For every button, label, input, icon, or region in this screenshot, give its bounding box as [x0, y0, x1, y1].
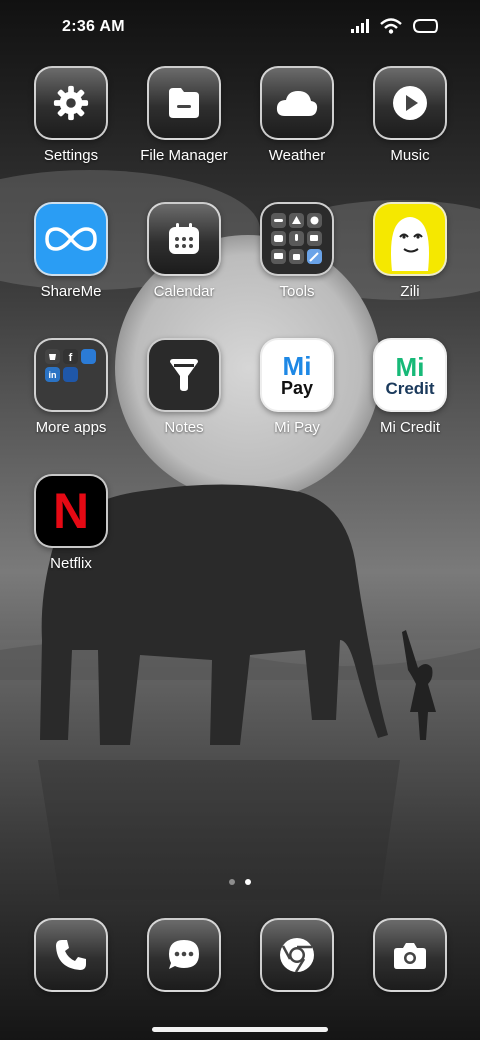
- app-icon-tile[interactable]: [373, 202, 447, 276]
- svg-text:in: in: [49, 370, 57, 380]
- facebook-icon: f: [69, 352, 73, 364]
- app-icon-tile[interactable]: [373, 66, 447, 140]
- mi-pay-icon: Mi: [282, 351, 312, 381]
- app-more-apps-folder[interactable]: f in More apps: [16, 338, 126, 436]
- camera-icon: [394, 943, 426, 969]
- app-shareme[interactable]: ShareMe: [16, 202, 126, 300]
- app-icon-tile[interactable]: [260, 202, 334, 276]
- page-dot-active[interactable]: [245, 879, 251, 885]
- booking-icon: [63, 367, 78, 382]
- app-label: Mi Pay: [274, 419, 320, 436]
- status-bar: 2:36 AM: [0, 0, 480, 56]
- prime-video-icon: [81, 349, 96, 364]
- app-file-manager[interactable]: File Manager: [129, 66, 239, 164]
- app-icon-tile[interactable]: [34, 66, 108, 140]
- battery-icon: [412, 19, 438, 33]
- app-netflix[interactable]: N Netflix: [16, 474, 126, 572]
- mi-credit-wordmark: Credit: [385, 378, 435, 398]
- zili-face-icon: [391, 217, 429, 271]
- app-label: ShareMe: [40, 283, 102, 300]
- app-icon-tile[interactable]: [260, 918, 334, 992]
- app-icon-tile[interactable]: [34, 918, 108, 992]
- dock-messages[interactable]: [129, 918, 239, 992]
- app-icon-tile[interactable]: [260, 66, 334, 140]
- dock-chrome[interactable]: [242, 918, 352, 992]
- notes-icon: [170, 359, 198, 391]
- app-icon-tile[interactable]: [147, 202, 221, 276]
- app-settings[interactable]: Settings: [16, 66, 126, 164]
- netflix-icon: N: [52, 483, 90, 539]
- apps-folder-icon: f in: [45, 349, 96, 382]
- app-icon-tile[interactable]: [373, 918, 447, 992]
- app-music[interactable]: Music: [355, 66, 465, 164]
- app-label: Netflix: [50, 555, 92, 572]
- dock-camera[interactable]: [355, 918, 465, 992]
- app-calendar[interactable]: Calendar: [129, 202, 239, 300]
- tools-folder-icon: [271, 213, 322, 264]
- app-zili[interactable]: Zili: [355, 202, 465, 300]
- app-label: Settings: [43, 147, 99, 164]
- app-label: File Manager: [140, 147, 228, 164]
- folder-icon: [169, 88, 199, 118]
- cloud-icon: [276, 91, 318, 116]
- mi-credit-icon: Mi: [395, 351, 425, 382]
- dock-phone[interactable]: [16, 918, 126, 992]
- gear-icon: [53, 85, 89, 121]
- phone-icon: [56, 940, 86, 970]
- app-label: Tools: [279, 283, 315, 300]
- app-icon-tile[interactable]: N: [34, 474, 108, 548]
- app-weather[interactable]: Weather: [242, 66, 352, 164]
- app-tools-folder[interactable]: Tools: [242, 202, 352, 300]
- app-label: More apps: [35, 419, 107, 436]
- app-icon-tile[interactable]: Mi Pay: [260, 338, 334, 412]
- app-icon-tile[interactable]: [34, 202, 108, 276]
- chrome-icon: [280, 938, 314, 973]
- app-icon-tile[interactable]: Mi Credit: [373, 338, 447, 412]
- app-icon-tile[interactable]: [147, 918, 221, 992]
- app-label: Mi Credit: [379, 419, 440, 436]
- message-icon: [169, 940, 199, 969]
- calendar-icon: [169, 223, 199, 254]
- app-label: Music: [390, 147, 430, 164]
- signal-icon: [351, 19, 369, 33]
- app-mi-pay[interactable]: Mi Pay Mi Pay: [242, 338, 352, 436]
- wifi-icon: [380, 18, 402, 34]
- app-label: Zili: [400, 283, 420, 300]
- app-icon-tile[interactable]: f in: [34, 338, 108, 412]
- shopping-icon: [49, 354, 56, 360]
- app-label: Weather: [268, 147, 326, 164]
- page-dot[interactable]: [229, 879, 235, 885]
- page-indicator: [0, 879, 480, 885]
- mi-pay-wordmark: Pay: [280, 378, 314, 398]
- app-icon-tile[interactable]: [147, 66, 221, 140]
- clock: 2:36 AM: [62, 18, 125, 35]
- app-icon-tile[interactable]: [147, 338, 221, 412]
- app-notes[interactable]: Notes: [129, 338, 239, 436]
- app-label: Notes: [164, 419, 204, 436]
- play-icon: [393, 86, 427, 120]
- home-indicator[interactable]: [152, 1027, 328, 1032]
- infinity-icon: [45, 227, 97, 251]
- app-label: Calendar: [153, 283, 215, 300]
- app-mi-credit[interactable]: Mi Credit Mi Credit: [355, 338, 465, 436]
